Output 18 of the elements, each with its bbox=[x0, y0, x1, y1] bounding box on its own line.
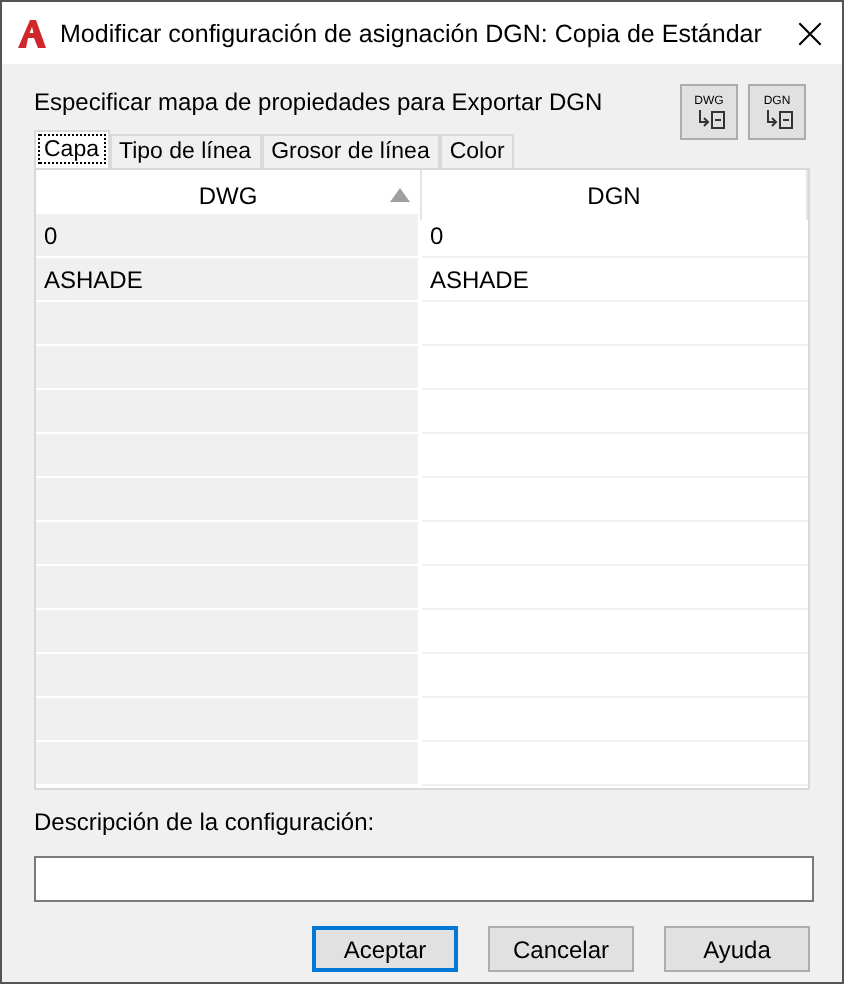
description-label: Descripción de la configuración: bbox=[34, 808, 377, 836]
map-icon bbox=[693, 109, 725, 129]
tab[interactable]: Capa bbox=[34, 130, 109, 168]
window-title: Modificar configuración de asignación DGN: Copia de Estándar bbox=[60, 19, 764, 47]
app-logo-icon bbox=[16, 17, 48, 49]
tab[interactable]: Color bbox=[439, 134, 515, 168]
heading-text: Especificar mapa de propiedades para Exportar DGN bbox=[34, 88, 603, 116]
description-field[interactable] bbox=[34, 856, 814, 902]
dialog-button[interactable]: Aceptar bbox=[312, 926, 458, 972]
close-icon[interactable] bbox=[794, 17, 826, 49]
tab[interactable]: Grosor de línea bbox=[261, 134, 440, 168]
tab[interactable]: Tipo de línea bbox=[109, 134, 262, 168]
table-cell: 0 bbox=[36, 214, 422, 258]
dialog-button[interactable]: Ayuda bbox=[664, 926, 810, 972]
map-icon bbox=[761, 109, 793, 129]
sort-arrow-icon bbox=[390, 188, 410, 202]
dialog-button[interactable]: Cancelar bbox=[488, 926, 634, 972]
table-cell: ASHADE bbox=[36, 258, 422, 302]
